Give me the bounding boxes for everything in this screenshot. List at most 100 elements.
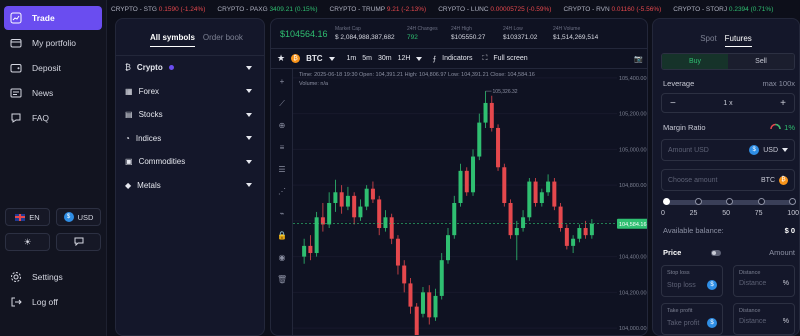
stop-loss-distance-field[interactable]: Distance Distance%	[733, 265, 795, 297]
stat-value: 792	[407, 34, 418, 41]
leverage-header: Leverage max 100x	[663, 79, 795, 88]
plus-icon[interactable]: +	[780, 98, 786, 109]
ticker-item[interactable]: CRYPTO - PAXG 3409.21 (0.15%)	[217, 6, 317, 13]
nav-item-label: Deposit	[32, 63, 61, 73]
high-marker-label: 105,326.32	[493, 89, 518, 95]
amount-currency[interactable]: USD	[763, 147, 778, 154]
category-commodities[interactable]: ▣ Commodities	[116, 150, 264, 174]
candlestick-chart[interactable]: 105,400.00 105,200.00 105,000.00 104,800.00…	[293, 69, 648, 336]
take-profit-field[interactable]: Take profit Take profit $	[661, 303, 723, 335]
stat-label: 24H Volume	[553, 26, 581, 32]
category-stocks[interactable]: ▤ Stocks	[116, 103, 264, 127]
candle-body	[527, 181, 532, 218]
margin-value: 1%	[784, 123, 795, 132]
slider-stop[interactable]	[663, 198, 670, 205]
active-dot-icon	[168, 65, 174, 71]
nav-item-trade[interactable]: Trade	[4, 6, 102, 30]
app-root: Trade My portfolio Deposit News FAQ EN $…	[0, 0, 800, 336]
currency-selector[interactable]: $ USD	[56, 208, 101, 226]
slider-stop[interactable]	[726, 198, 733, 205]
amount-usd-field[interactable]: Amount USD $ USD	[661, 139, 795, 161]
fullscreen-button[interactable]: Full screen	[493, 55, 527, 62]
trendline-icon[interactable]: ⟋	[277, 99, 287, 109]
ticker-item[interactable]: CRYPTO - STG 0.1590 (-1.24%)	[111, 6, 205, 13]
ticker-symbol: CRYPTO - RVN	[563, 5, 612, 13]
buy-button[interactable]: Buy	[662, 54, 728, 69]
price-tick-label: 104,000.00	[619, 326, 647, 332]
chevron-down-icon[interactable]	[328, 56, 335, 61]
chevron-down-icon[interactable]	[416, 56, 423, 61]
language-label: EN	[29, 212, 40, 222]
indicators-button[interactable]: Indicators	[442, 55, 472, 62]
market-stats-bar: $104564.16 Market Cap $ 2,084,988,387,682…	[271, 19, 647, 49]
candle-body	[558, 206, 563, 229]
category-crypto[interactable]: ₿ Crypto	[116, 56, 264, 80]
nav-item-faq[interactable]: FAQ	[4, 106, 102, 130]
candle-body	[383, 217, 388, 229]
tab-futures[interactable]: Futures	[724, 34, 752, 47]
nav-item-portfolio[interactable]: My portfolio	[4, 31, 102, 55]
chart-toolbar: ★ ₿ BTC 1m 5m 30m 12H ⨍ Indicators ⛶ Ful…	[271, 49, 647, 69]
slider-stop[interactable]	[694, 198, 702, 205]
choose-amount-field[interactable]: Choose amount BTC ₿	[661, 169, 795, 191]
distance-label: Distance	[739, 308, 761, 314]
lock-icon[interactable]: 🔒	[277, 231, 287, 241]
nav-item-deposit[interactable]: Deposit	[4, 56, 102, 80]
trash-icon[interactable]: 🗑	[277, 275, 287, 285]
tab-spot[interactable]: Spot	[700, 34, 716, 47]
price-tick-label: 104,800.00	[619, 183, 647, 189]
ticker-item[interactable]: CRYPTO - RVN 0.01160 (-5.56%)	[563, 6, 661, 13]
ticker-change: (0.71%)	[750, 5, 774, 13]
ticker-item[interactable]: CRYPTO - STORJ 0.2394 (0.71%)	[673, 6, 773, 13]
leverage-value: 1 x	[723, 99, 733, 107]
category-indices[interactable]: ◔ Indices	[116, 127, 264, 151]
chat-button[interactable]	[56, 233, 101, 251]
slider-stop[interactable]	[757, 198, 765, 205]
price-toggle[interactable]	[711, 249, 722, 256]
candle-body	[402, 265, 407, 284]
take-profit-label: Take profit	[667, 308, 693, 314]
interval-30m[interactable]: 30m	[378, 55, 392, 62]
settings-button[interactable]: Settings	[4, 265, 102, 289]
sell-button[interactable]: Sell	[728, 54, 794, 69]
chevron-down-icon[interactable]	[782, 148, 788, 152]
interval-5m[interactable]: 5m	[362, 55, 372, 62]
language-selector[interactable]: EN	[5, 208, 50, 226]
stocks-icon: ▤	[125, 110, 133, 120]
candle-body	[420, 292, 425, 314]
logout-button[interactable]: Log off	[4, 290, 102, 314]
available-label: Available balance:	[663, 226, 724, 235]
star-icon[interactable]: ★	[277, 53, 285, 64]
tab-all-symbols[interactable]: All symbols	[150, 33, 195, 47]
fib-icon[interactable]: ☰	[277, 165, 287, 175]
theme-toggle-button[interactable]: ☀	[5, 233, 50, 251]
dollar-coin-icon: $	[749, 145, 760, 155]
interval-1m[interactable]: 1m	[347, 55, 357, 62]
crosshair-icon[interactable]: +	[277, 77, 287, 87]
category-label: Stocks	[138, 110, 163, 120]
ticker-item[interactable]: CRYPTO - LUNC 0.00005725 (-0.59%)	[438, 6, 551, 13]
stat-label: Market Cap	[335, 26, 361, 32]
category-forex[interactable]: ▦ Forex	[116, 80, 264, 104]
symbol-selector[interactable]: BTC	[306, 54, 322, 63]
amount-placeholder: Amount USD	[668, 146, 709, 154]
camera-icon[interactable]: 📷	[634, 55, 643, 63]
tab-order-book[interactable]: Order book	[203, 33, 243, 47]
take-profit-distance-field[interactable]: Distance Distance%	[733, 303, 795, 335]
interval-12h[interactable]: 12H	[398, 55, 411, 62]
candle-body	[571, 238, 576, 246]
eye-icon[interactable]: ◉	[277, 253, 287, 263]
nav-item-news[interactable]: News	[4, 81, 102, 105]
pattern-icon[interactable]: ⋰	[277, 187, 287, 197]
category-metals[interactable]: ◆ Metals	[116, 174, 264, 198]
candle-body	[308, 245, 313, 254]
slider-stop[interactable]	[789, 198, 796, 205]
brush-icon[interactable]: ⌁	[277, 209, 287, 219]
minus-icon[interactable]: −	[670, 98, 676, 109]
horizontal-lines-icon[interactable]: ≡	[277, 143, 287, 153]
candle-body	[452, 203, 457, 236]
ticker-item[interactable]: CRYPTO - TRUMP 9.21 (-2.13%)	[330, 6, 427, 13]
stop-loss-field[interactable]: Stop loss Stop loss $	[661, 265, 723, 297]
pitchfork-icon[interactable]: ⊕	[277, 121, 287, 131]
candle-body	[502, 167, 507, 203]
